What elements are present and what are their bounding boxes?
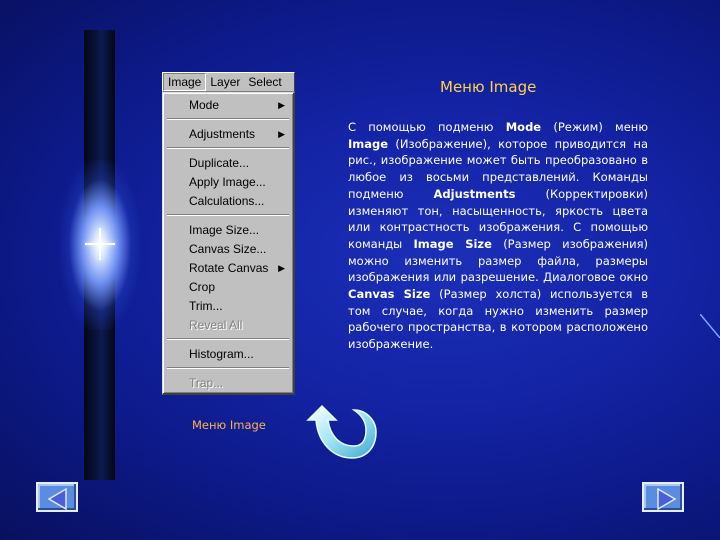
menu-item-mode[interactable]: Mode xyxy=(189,97,219,113)
menu-item-reveal-all: Reveal All xyxy=(189,318,243,332)
menu-separator xyxy=(167,118,289,120)
submenu-arrow-icon: ▶ xyxy=(278,100,285,110)
slide-body: С помощью подменю Mode (Режим) меню Imag… xyxy=(348,120,648,352)
menubar-layer[interactable]: Layer xyxy=(206,73,244,91)
submenu-arrow-icon: ▶ xyxy=(278,129,285,139)
triangle-left-icon xyxy=(47,487,67,511)
menu-item-calculations[interactable]: Calculations... xyxy=(189,193,264,209)
term-mode: Mode xyxy=(505,120,542,134)
menubar-image[interactable]: Image xyxy=(163,73,207,91)
menu-separator xyxy=(167,147,289,149)
menu-item-duplicate[interactable]: Duplicate... xyxy=(189,155,249,171)
slide-title: Меню Image xyxy=(440,78,537,96)
menu-item-histogram[interactable]: Histogram... xyxy=(189,346,254,362)
image-menubar: Image Layer Select xyxy=(162,72,295,92)
term-canvas-size: Canvas Size xyxy=(348,287,431,302)
menu-item-trap: Trap... xyxy=(189,376,224,390)
menu-item-rotate-canvas[interactable]: Rotate Canvas xyxy=(189,260,268,276)
figure-caption: Меню Image xyxy=(192,418,266,432)
menu-item-crop[interactable]: Crop xyxy=(189,279,215,295)
menu-item-trim[interactable]: Trim... xyxy=(189,298,223,314)
menu-item-canvas-size[interactable]: Canvas Size... xyxy=(189,241,266,257)
term-adjustments: Adjustments xyxy=(433,186,516,201)
menu-item-adjustments[interactable]: Adjustments xyxy=(189,126,255,142)
image-dropdown-menu: Mode ▶ Adjustments ▶ Duplicate... Apply … xyxy=(162,92,295,395)
menu-separator xyxy=(167,214,289,216)
menubar-select[interactable]: Select xyxy=(244,73,285,91)
term-image: Image xyxy=(348,136,389,151)
menu-item-image-size[interactable]: Image Size... xyxy=(189,222,259,238)
sparkle-icon-vertical xyxy=(99,228,101,260)
menu-separator xyxy=(167,367,289,369)
decorative-line xyxy=(700,314,720,338)
menu-separator xyxy=(167,338,289,340)
previous-slide-button[interactable] xyxy=(36,482,78,512)
triangle-right-icon xyxy=(657,487,677,511)
menu-item-apply-image[interactable]: Apply Image... xyxy=(189,174,266,190)
curved-return-arrow-icon[interactable] xyxy=(300,400,380,462)
term-image-size: Image Size xyxy=(413,236,492,251)
next-slide-button[interactable] xyxy=(642,482,684,512)
submenu-arrow-icon: ▶ xyxy=(278,263,285,273)
